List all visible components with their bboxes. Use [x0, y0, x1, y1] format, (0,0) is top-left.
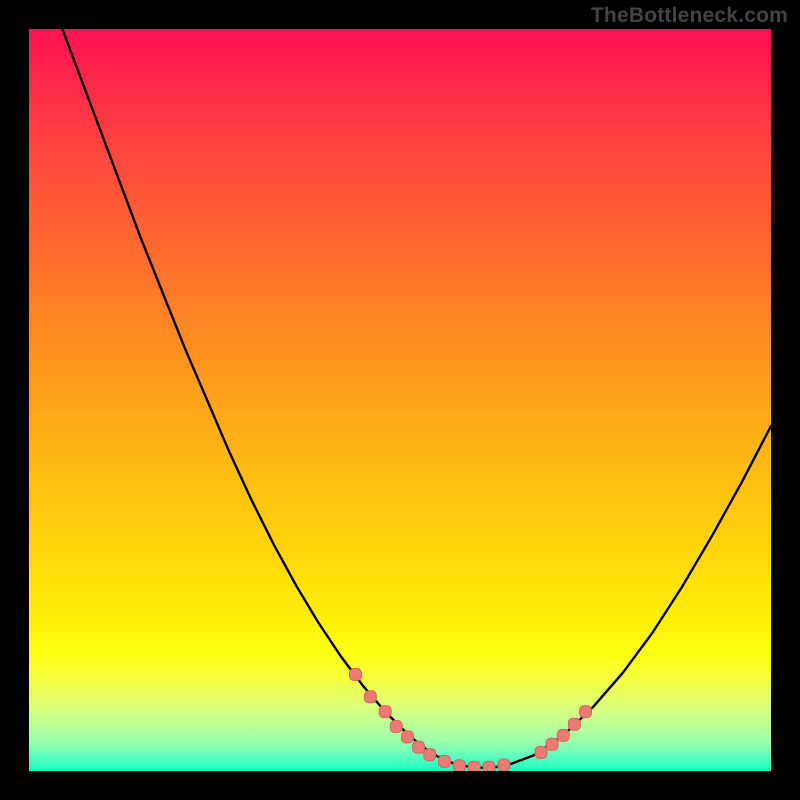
chart-frame: TheBottleneck.com: [0, 0, 800, 800]
watermark-text: TheBottleneck.com: [591, 4, 788, 28]
curve-marker: [468, 761, 480, 771]
curve-marker: [483, 761, 495, 771]
curve-marker: [401, 731, 413, 743]
bottleneck-curve: [29, 29, 771, 768]
curve-marker: [390, 720, 402, 732]
curve-marker: [424, 749, 436, 761]
curve-marker: [439, 755, 451, 767]
curve-marker: [498, 759, 510, 771]
curve-marker: [379, 706, 391, 718]
curve-marker: [546, 738, 558, 750]
curve-markers: [349, 669, 591, 771]
curve-marker: [580, 706, 592, 718]
curve-marker: [453, 760, 465, 771]
plot-area: [29, 29, 771, 771]
bottleneck-chart-svg: [29, 29, 771, 771]
curve-marker: [568, 718, 580, 730]
curve-marker: [364, 691, 376, 703]
curve-marker: [349, 669, 361, 681]
curve-marker: [557, 729, 569, 741]
curve-marker: [535, 746, 547, 758]
curve-marker: [413, 741, 425, 753]
